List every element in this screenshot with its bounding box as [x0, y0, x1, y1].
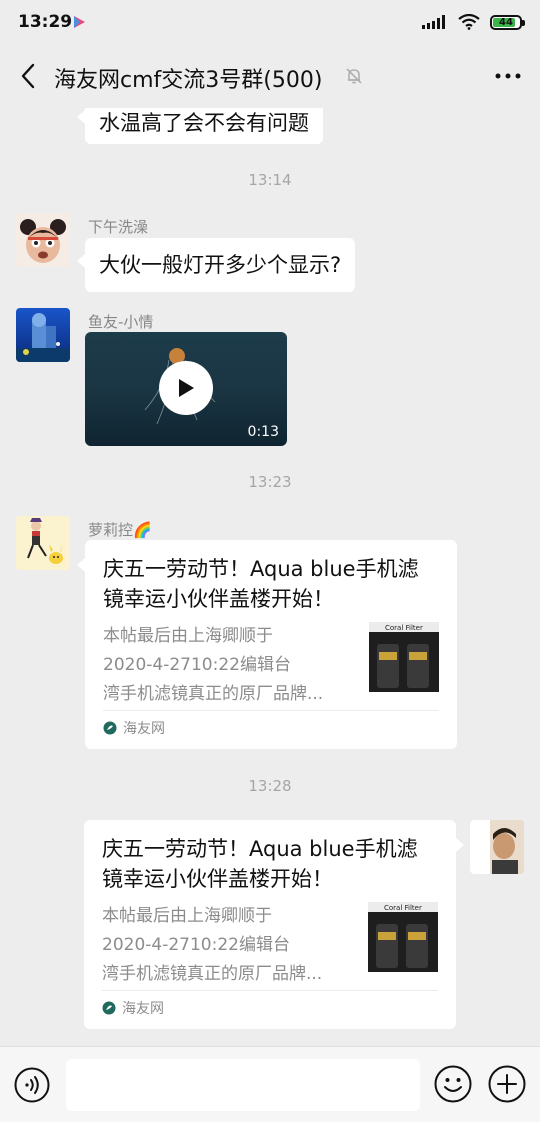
card-desc-line: 本帖最后由上海卿顺于	[103, 626, 273, 646]
thumbnail-label: Coral Filter	[384, 904, 422, 912]
voice-icon[interactable]	[14, 1067, 50, 1103]
avatar[interactable]	[470, 820, 524, 874]
play-store-icon	[74, 16, 85, 28]
status-bar: 13:29 44	[0, 0, 540, 44]
card-description: 本帖最后由上海卿顺于 2020-4-2710:22编辑台 湾手机滤镜真正的原厂品…	[103, 622, 359, 709]
timestamp: 13:28	[248, 777, 292, 795]
card-thumbnail: Coral Filter	[368, 902, 438, 972]
chat-title: 海友网cmf交流3号群(500)	[54, 68, 323, 93]
message-text: 大伙一般灯开多少个显示?	[99, 253, 342, 277]
timestamp: 13:23	[248, 473, 292, 491]
timestamp: 13:14	[248, 171, 292, 189]
source-logo-icon	[102, 1001, 116, 1015]
signal-icon	[422, 15, 445, 29]
chat-header: 海友网cmf交流3号群(500)	[0, 44, 540, 108]
card-source: 海友网	[103, 710, 439, 745]
avatar-reef-icon	[16, 308, 70, 362]
video-duration: 0:13	[247, 424, 279, 440]
link-card[interactable]: 庆五一劳动节！Aqua blue手机滤镜幸运小伙伴盖楼开始！ 本帖最后由上海卿顺…	[84, 820, 464, 1029]
sender-name: 鱼友-小情	[88, 313, 154, 331]
avatar[interactable]	[16, 213, 70, 267]
card-title: 庆五一劳动节！Aqua blue手机滤镜幸运小伙伴盖楼开始！	[103, 557, 419, 611]
input-bar	[0, 1046, 540, 1122]
card-desc-line: 湾手机滤镜真正的原厂品牌...	[102, 964, 323, 984]
card-desc-line: 2020-4-2710:22编辑台	[103, 655, 291, 675]
filter-product-image	[369, 622, 439, 692]
avatar[interactable]	[16, 308, 70, 362]
card-title: 庆五一劳动节！Aqua blue手机滤镜幸运小伙伴盖楼开始！	[102, 837, 418, 891]
card-description: 本帖最后由上海卿顺于 2020-4-2710:22编辑台 湾手机滤镜真正的原厂品…	[102, 902, 358, 989]
status-time: 13:29	[18, 12, 73, 32]
source-logo-icon	[103, 721, 117, 735]
message-bubble[interactable]: 大伙一般灯开多少个显示?	[76, 238, 356, 292]
filter-product-image	[368, 902, 438, 972]
wifi-icon	[458, 14, 480, 30]
avatar-pikachu-icon	[16, 516, 70, 570]
avatar[interactable]	[16, 516, 70, 570]
message-list[interactable]: 水温高了会不会有问题 13:14 下午洗澡 大伙一般灯开多少个显示? 鱼友-小情…	[0, 108, 540, 1046]
card-source-name: 海友网	[123, 721, 165, 737]
back-button[interactable]	[10, 58, 46, 94]
avatar-photo-icon	[470, 820, 524, 874]
card-desc-line: 湾手机滤镜真正的原厂品牌...	[103, 684, 324, 704]
more-button[interactable]	[490, 58, 526, 94]
more-dots-icon	[495, 73, 521, 79]
card-thumbnail: Coral Filter	[369, 622, 439, 692]
card-desc-line: 2020-4-2710:22编辑台	[102, 935, 290, 955]
sender-name: 萝莉控🌈	[88, 521, 152, 539]
message-text: 水温高了会不会有问题	[99, 111, 309, 135]
card-source: 海友网	[102, 990, 438, 1025]
bell-off-icon	[346, 68, 362, 84]
message-input[interactable]	[66, 1059, 420, 1111]
status-icons: 44	[422, 12, 525, 32]
plus-circle-icon[interactable]	[488, 1065, 526, 1103]
sender-name: 下午洗澡	[88, 218, 149, 236]
video-message[interactable]: 0:13	[85, 332, 287, 446]
chevron-left-icon	[21, 63, 35, 89]
battery-level: 44	[499, 16, 513, 28]
link-card[interactable]: 庆五一劳动节！Aqua blue手机滤镜幸运小伙伴盖楼开始！ 本帖最后由上海卿顺…	[77, 540, 457, 749]
card-source-name: 海友网	[122, 1001, 164, 1017]
play-icon	[179, 379, 194, 397]
card-desc-line: 本帖最后由上海卿顺于	[102, 906, 272, 926]
card-body: 本帖最后由上海卿顺于 2020-4-2710:22编辑台 湾手机滤镜真正的原厂品…	[103, 622, 439, 710]
emoji-icon[interactable]	[434, 1065, 472, 1103]
battery-icon: 44	[490, 14, 525, 30]
play-button[interactable]	[159, 361, 213, 415]
message-bubble[interactable]: 水温高了会不会有问题	[77, 108, 323, 144]
thumbnail-label: Coral Filter	[385, 624, 423, 632]
avatar-cartoon-icon	[16, 213, 70, 267]
card-body: 本帖最后由上海卿顺于 2020-4-2710:22编辑台 湾手机滤镜真正的原厂品…	[102, 902, 438, 990]
